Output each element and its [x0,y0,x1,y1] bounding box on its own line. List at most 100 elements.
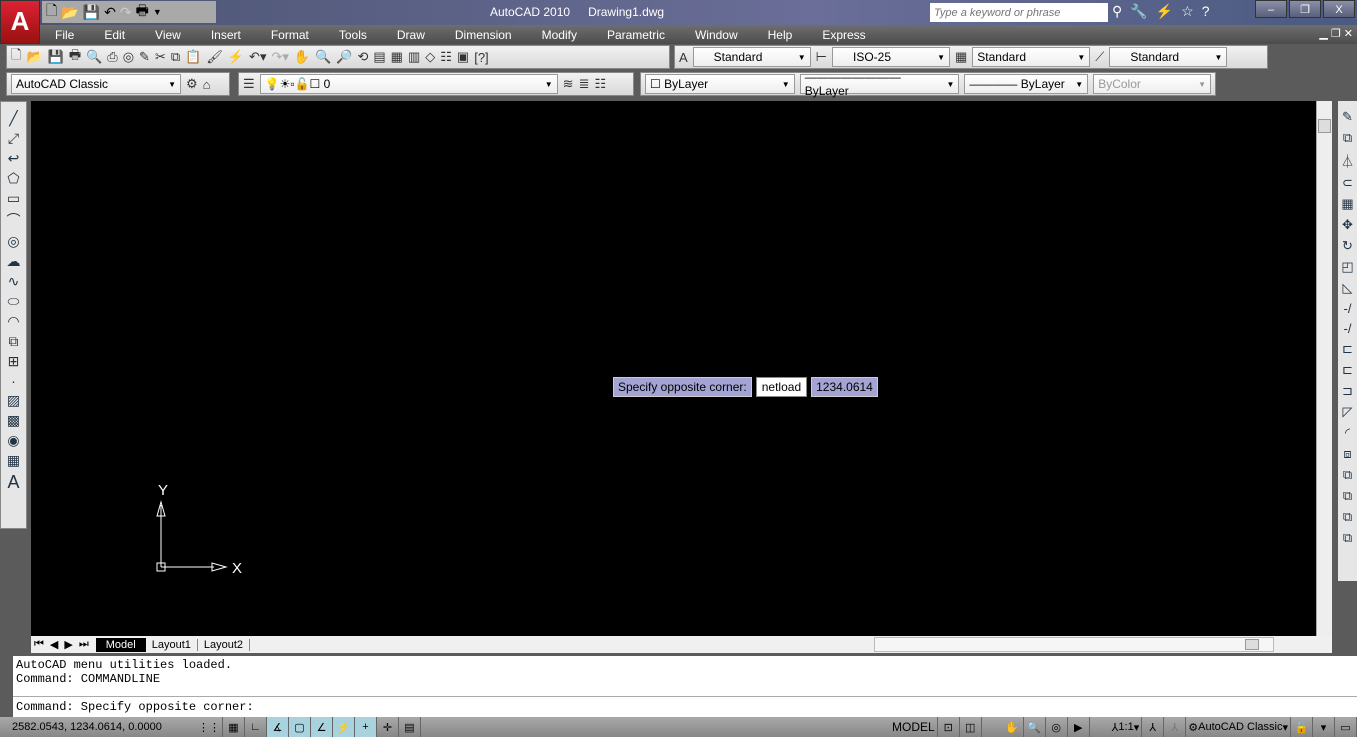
snap-mode-toggle[interactable]: ⋮⋮ [196,717,223,737]
table-style-select[interactable]: Standard ▼ [972,47,1091,67]
steeringwheel-icon[interactable]: ◎ [1046,717,1068,737]
arc-icon[interactable]: ⌒ [7,210,21,230]
workspace-settings-icon[interactable]: ⌂ [203,77,211,92]
polygon-icon[interactable]: ⬠ [7,170,19,187]
help-icon[interactable]: [?] [474,50,488,65]
move-icon[interactable]: ✥ [1342,217,1353,233]
menu-dimension[interactable]: Dimension [440,28,527,42]
draw-order-icon[interactable]: ⧉ [1343,467,1352,483]
line-icon[interactable]: ╱ [9,110,17,127]
menu-modify[interactable]: Modify [527,28,592,42]
break-icon[interactable]: ⊏ [1342,362,1353,378]
tab-layout1[interactable]: Layout1 [146,638,198,651]
close-button[interactable]: X [1323,0,1355,18]
linetype-select[interactable]: ———————— ByLayer ▼ [799,70,960,98]
copy-icon[interactable]: ⧉ [171,49,180,65]
copy-icon[interactable]: ⧉ [1343,130,1352,146]
binoculars-icon[interactable]: ⚲ [1112,3,1122,20]
dynamic-input-toggle[interactable]: ✛ [377,717,399,737]
offset-icon[interactable]: ⊂ [1342,175,1353,191]
dim-style-icon[interactable]: ⊢ [816,49,827,65]
menu-insert[interactable]: Insert [196,28,256,42]
showmotion-icon[interactable]: ▶ [1068,717,1090,737]
open-icon[interactable]: 📂 [61,4,78,21]
menu-edit[interactable]: Edit [89,28,140,42]
menu-parametric[interactable]: Parametric [592,28,680,42]
calculator-icon[interactable]: ▣ [457,49,469,65]
sheet-set-icon[interactable]: ◇ [425,49,435,65]
horizontal-scrollbar[interactable] [874,637,1275,652]
model-space-button[interactable]: MODEL [890,717,938,737]
3d-dwf-icon[interactable]: ◎ [123,49,134,65]
text-above-icon[interactable]: ⧉ [1343,530,1352,546]
clean-screen-icon[interactable]: ▭ [1335,717,1357,737]
scroll-thumb[interactable] [1318,119,1331,133]
stretch-icon[interactable]: ◺ [1343,280,1353,296]
text-style-select[interactable]: Standard ▼ [692,47,811,67]
menu-window[interactable]: Window [680,28,753,42]
open-icon[interactable]: 📂 [26,49,42,65]
help-icon[interactable]: ? [1202,3,1210,20]
quick-view-layouts-icon[interactable]: ⊡ [938,717,960,737]
menu-express[interactable]: Express [807,28,880,42]
chamfer-icon[interactable]: ◸ [1343,404,1353,420]
plot-icon[interactable]: 🖶 [136,0,149,24]
quick-view-drawings-icon[interactable]: ◫ [960,717,982,737]
break-at-point-icon[interactable]: ⊏ [1342,341,1353,357]
region-icon[interactable]: ◉ [7,432,19,449]
annotation-visibility-icon[interactable]: ⅄ [1142,717,1165,737]
block-editor-icon[interactable]: ⚡ [228,49,244,65]
extend-icon[interactable]: -/ [1344,321,1352,336]
design-publisher-icon[interactable]: ✎ [139,49,150,65]
undo-icon[interactable]: ↶▾ [249,49,266,65]
coordinates-readout[interactable]: 2582.0543, 1234.0614, 0.0000 [0,721,196,733]
lineweight-select[interactable]: ———— ByLayer ▼ [964,74,1089,94]
key-icon[interactable]: 🔧 [1130,3,1147,20]
grid-toggle[interactable]: ▦ [223,717,245,737]
tab-layout2[interactable]: Layout2 [198,638,251,651]
redo-icon[interactable]: ↷▾ [271,49,288,65]
revision-cloud-icon[interactable]: ☁ [7,253,21,270]
satellite-icon[interactable]: ⚡ [1156,3,1173,20]
gradient-icon[interactable]: ▩ [7,412,20,429]
construction-line-icon[interactable]: ⤢ [8,130,19,147]
minimize-button[interactable]: – [1255,0,1287,18]
tab-nav-prev[interactable]: ◀ [47,638,61,651]
rotate-icon[interactable]: ↻ [1342,238,1353,254]
point-icon[interactable]: · [11,373,16,389]
plot-preview-icon[interactable]: 🔍 [86,49,102,65]
markup-icon[interactable]: ☷ [440,49,452,65]
osnap-toggle[interactable]: ▢ [289,717,311,737]
multiline-text-icon[interactable]: A [7,472,19,493]
ducs-toggle[interactable]: + [355,717,377,737]
workspace-switching[interactable]: ⚙ AutoCAD Classic ▾ [1186,717,1291,737]
scale-icon[interactable]: ◰ [1341,259,1353,275]
auto-scale-icon[interactable]: ⅄ [1164,717,1187,737]
properties-icon[interactable]: ▤ [373,49,385,65]
layer-previous-icon[interactable]: ≣ [579,76,590,92]
gear-icon[interactable]: ⚙ [186,76,198,92]
annotation-scale-select[interactable]: ⅄ 1:1 ▾ [1110,717,1143,737]
ellipse-arc-icon[interactable]: ◠ [7,313,19,330]
join-icon[interactable]: ⊐ [1342,383,1353,399]
layer-manager-icon[interactable]: ☰ [243,76,255,92]
lock-icon[interactable]: 🔓 [1291,717,1313,737]
command-line-input[interactable]: Command: Specify opposite corner: [13,697,1357,717]
menu-tools[interactable]: Tools [324,28,382,42]
make-current-layer-icon[interactable]: ≋ [563,76,574,92]
menu-draw[interactable]: Draw [382,28,440,42]
lineweight-toggle[interactable]: ▤ [399,717,421,737]
zoom-window-icon[interactable]: 🔎 [336,49,352,65]
paste-icon[interactable]: 📋 [185,49,201,65]
tab-model[interactable]: Model [95,637,146,652]
menu-help[interactable]: Help [753,28,808,42]
dynamic-input-field[interactable]: netload [755,377,808,397]
circle-icon[interactable]: ◎ [7,233,19,250]
match-properties-icon[interactable]: 🖌 [206,49,223,65]
tab-nav-last[interactable]: ⏭ [76,638,92,651]
send-back-icon[interactable]: ⧉ [1343,509,1352,525]
scroll-thumb[interactable] [1245,639,1260,650]
save-icon[interactable]: 💾 [48,49,64,65]
menu-file[interactable]: File [40,28,89,42]
polar-toggle[interactable]: ∡ [267,717,289,737]
